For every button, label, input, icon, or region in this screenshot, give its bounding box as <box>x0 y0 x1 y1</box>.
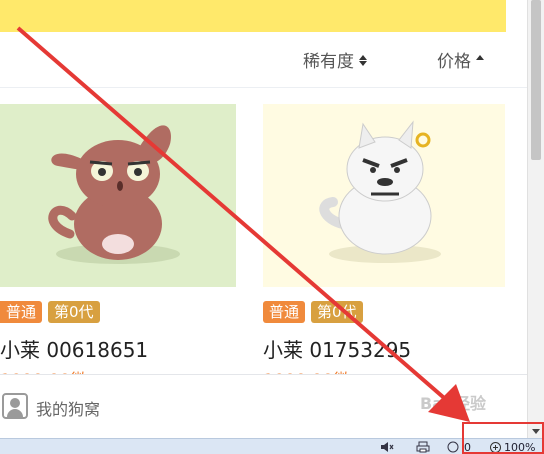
sort-arrow-up-icon <box>475 53 485 67</box>
dog-name: 小莱 00618651 <box>0 338 149 362</box>
watermark-logo: Bai 经验 <box>420 394 487 413</box>
dog-name: 小莱 01753295 <box>263 338 412 362</box>
my-doghouse-label: 我的狗窝 <box>36 400 101 419</box>
dog-card[interactable]: 普通 第0代 小莱 00618651 1000.00微 <box>0 104 236 391</box>
dog-card[interactable]: 普通 第0代 小莱 01753295 1000.00微 <box>263 104 505 391</box>
sort-arrows-icon <box>358 53 368 67</box>
sort-rarity-label: 稀有度 <box>303 52 354 72</box>
rarity-tag: 普通 <box>0 301 43 323</box>
generation-tag: 第0代 <box>311 301 363 323</box>
top-banner <box>0 0 506 32</box>
browser-mode-glyph <box>447 441 459 453</box>
rarity-tag: 普通 <box>263 301 306 323</box>
dog-image <box>0 104 236 287</box>
tag-row: 普通 第0代 <box>263 301 363 323</box>
sort-price-label: 价格 <box>437 52 471 72</box>
mute-icon[interactable] <box>380 440 394 454</box>
sort-by-price[interactable]: 价格 <box>437 47 485 72</box>
zoom-highlight-box <box>462 422 544 454</box>
user-avatar-icon <box>2 393 28 419</box>
sort-bar: 稀有度 价格 <box>0 32 527 88</box>
sort-by-rarity[interactable]: 稀有度 <box>303 47 368 72</box>
generation-tag: 第0代 <box>48 301 100 323</box>
white-dog-illustration <box>319 120 441 263</box>
tag-row: 普通 第0代 <box>0 301 100 323</box>
vertical-scrollbar[interactable] <box>527 0 544 438</box>
brown-dog-illustration <box>48 125 180 264</box>
dog-image <box>263 104 505 287</box>
print-icon[interactable] <box>416 440 430 454</box>
market-page: 稀有度 价格 普通 第0代 小莱 00618651 普通 第0代 小莱 0175… <box>0 32 527 438</box>
scroll-thumb[interactable] <box>531 0 541 160</box>
